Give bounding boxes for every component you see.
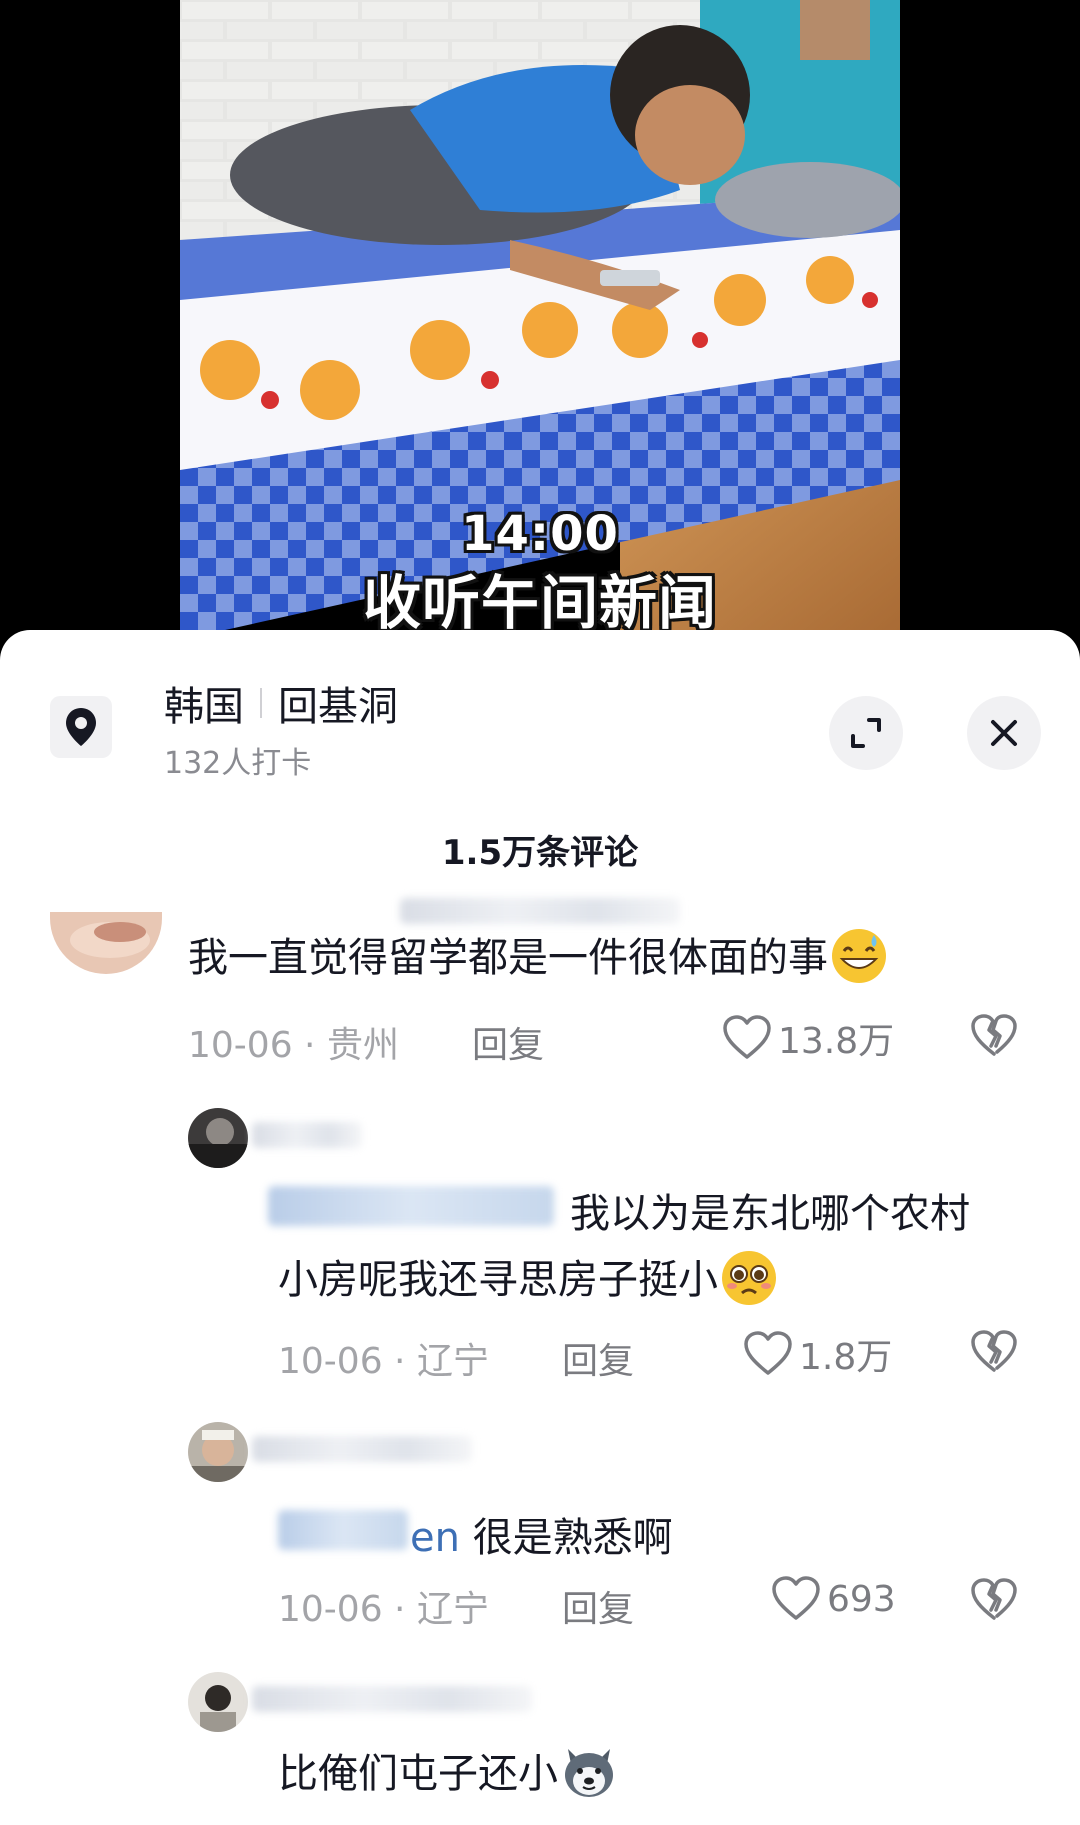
location-pin-icon [66,708,96,746]
comment-text: 我一直觉得留学都是一件很体面的事 [188,926,888,990]
screen: 14:00 收听午间新闻 韩国 回基洞 132人打卡 1.5万条评论 我一直觉得… [0,0,1080,1825]
avatar[interactable] [188,1672,248,1732]
like-button[interactable]: 1.8万 [743,1328,892,1380]
username-blurred[interactable] [252,1122,362,1148]
like-count: 693 [827,1578,896,1620]
heart-icon [772,1576,820,1620]
reply-button[interactable]: 回复 [562,1332,634,1384]
like-count: 1.8万 [799,1337,893,1378]
comment-region: 辽宁 [416,1589,489,1630]
mention-suffix[interactable]: en [410,1515,460,1561]
comment-body: 我以为是东北哪个农村 [570,1191,970,1237]
comment-date: 10-06 [278,1589,383,1630]
location-checkin-count: 132人打卡 [164,746,312,781]
comment-text-line2: 小房呢我还寻思房子挺小 [278,1248,778,1312]
like-button[interactable]: 13.8万 [722,1012,894,1064]
comment-region: 贵州 [326,1025,399,1066]
location-divider [260,688,262,718]
location-place: 回基洞 [278,684,398,730]
pleading-emoji [722,1251,776,1305]
comment-body: 很是熟悉啊 [472,1515,673,1561]
video-frame: 14:00 收听午间新闻 [180,0,900,640]
comment-body: 我一直觉得留学都是一件很体面的事 [188,935,828,981]
username-blurred[interactable] [252,1436,472,1462]
video-player[interactable]: 14:00 收听午间新闻 [0,0,1080,640]
comment-meta: 10-06 · 辽宁 [278,1341,489,1382]
husky-dog-emoji [565,1749,613,1797]
like-button[interactable]: 693 [771,1576,896,1622]
video-overlay-caption: 收听午间新闻 [362,569,717,637]
dislike-broken-heart-icon[interactable] [970,1014,1018,1058]
avatar[interactable] [50,912,162,974]
grinning-sweat-emoji [832,929,886,983]
location-pin-button[interactable] [50,696,112,758]
username-blurred[interactable] [252,1686,532,1712]
comment-sheet: 韩国 回基洞 132人打卡 1.5万条评论 我一直觉得留学都是一件很体面的事 1… [0,630,1080,1825]
comment-meta: 10-06 · 辽宁 [278,1589,489,1630]
comment-meta: 10-06 · 贵州 [188,1025,399,1066]
comment-text: en 很是熟悉啊 [410,1506,673,1570]
comment-date: 10-06 [278,1341,383,1382]
comment-body: 比俺们屯子还小 [278,1751,558,1797]
comment-count-title: 1.5万条评论 [441,833,639,873]
username-blurred[interactable] [400,898,680,924]
expand-button[interactable] [829,696,903,770]
location-title[interactable]: 韩国 回基洞 [164,674,398,732]
heart-icon [723,1015,771,1059]
video-overlay-time: 14:00 [461,506,619,562]
close-icon [991,720,1017,746]
reply-button[interactable]: 回复 [562,1580,634,1632]
avatar[interactable] [188,1108,248,1168]
comment-date: 10-06 [188,1025,293,1066]
avatar[interactable] [188,1422,248,1482]
expand-icon [851,718,881,748]
mention-blurred[interactable] [268,1186,554,1226]
heart-icon [744,1331,792,1375]
comment-text: 我以为是东北哪个农村 [570,1182,970,1246]
dislike-broken-heart-icon[interactable] [970,1578,1018,1622]
close-button[interactable] [967,696,1041,770]
mention-blurred[interactable] [278,1510,408,1550]
reply-button[interactable]: 回复 [472,1016,544,1068]
like-count: 13.8万 [778,1021,895,1062]
comment-body-line2: 小房呢我还寻思房子挺小 [278,1257,718,1303]
comment-region: 辽宁 [416,1341,489,1382]
dislike-broken-heart-icon[interactable] [970,1330,1018,1374]
location-country: 韩国 [164,684,244,730]
comment-text: 比俺们屯子还小 [278,1742,618,1806]
